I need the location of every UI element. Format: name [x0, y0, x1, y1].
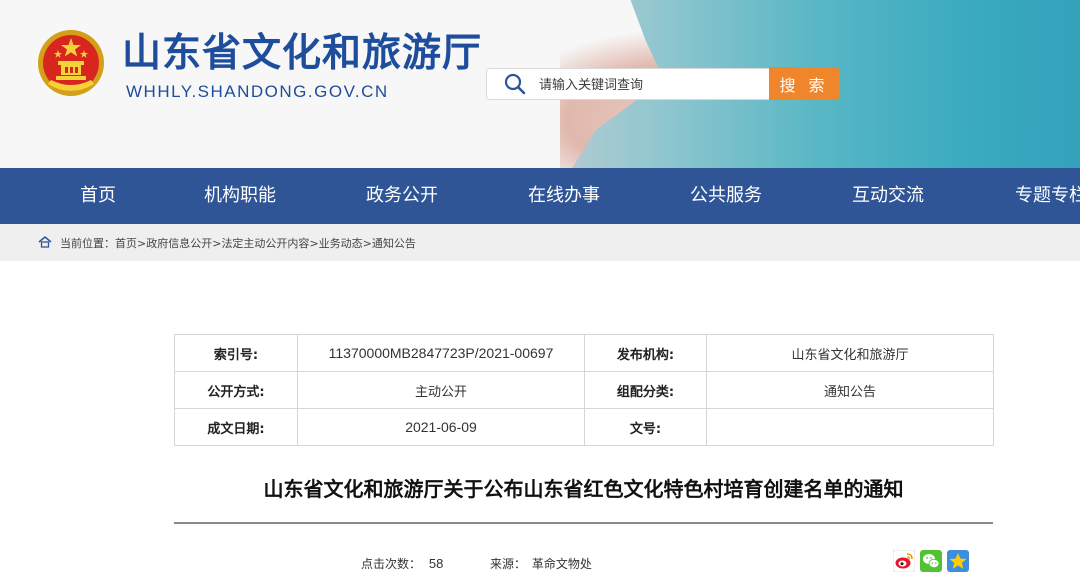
view-count-value: 58 [428, 556, 444, 571]
page-title: 山东省文化和旅游厅关于公布山东省红色文化特色村培育创建名单的通知 [263, 477, 904, 501]
nav-item-home[interactable]: 首页 [80, 168, 116, 224]
index-number-label: 索引号: [174, 334, 298, 372]
disclosure-method-value: 主动公开 [297, 371, 585, 409]
wechat-icon[interactable] [920, 550, 942, 572]
breadcrumb: 当前位置：首页>政府信息公开>法定主动公开内容>业务动态>通知公告 [0, 224, 1080, 261]
nav-item-special-topics[interactable]: 专题专栏 [1015, 168, 1080, 224]
table-row: 索引号: 11370000MB2847723P/2021-00697 发布机构:… [174, 334, 994, 372]
document-number-value [706, 408, 994, 446]
document-number-label: 文号: [584, 408, 707, 446]
weibo-icon[interactable] [893, 550, 915, 572]
main-nav: 首页 机构职能 政务公开 在线办事 公共服务 互动交流 专题专栏 [0, 168, 1080, 224]
qzone-icon[interactable] [947, 550, 969, 572]
search-box [486, 68, 772, 100]
category-value: 通知公告 [706, 371, 994, 409]
source: 来源： 革命文物处 [490, 555, 592, 572]
table-row: 公开方式: 主动公开 组配分类: 通知公告 [174, 371, 994, 409]
breadcrumb-separator: > [309, 237, 319, 250]
view-count-label: 点击次数： [361, 557, 422, 571]
category-label: 组配分类: [584, 371, 707, 409]
nav-item-functions[interactable]: 机构职能 [204, 168, 276, 224]
breadcrumb-separator: > [137, 237, 147, 250]
breadcrumb-link-gov-info[interactable]: 政府信息公开 [146, 237, 212, 250]
breadcrumb-trail: 当前位置：首页>政府信息公开>法定主动公开内容>业务动态>通知公告 [60, 235, 416, 251]
document-info-table: 索引号: 11370000MB2847723P/2021-00697 发布机构:… [174, 334, 994, 446]
nav-item-online-services[interactable]: 在线办事 [528, 168, 600, 224]
breadcrumb-link-notices[interactable]: 通知公告 [372, 237, 416, 250]
nav-item-public-services[interactable]: 公共服务 [690, 168, 762, 224]
home-icon [38, 236, 52, 248]
site-domain: WHHLY.SHANDONG.GOV.CN [126, 82, 389, 101]
table-row: 成文日期: 2021-06-09 文号: [174, 408, 994, 446]
breadcrumb-link-statutory[interactable]: 法定主动公开内容 [221, 237, 309, 250]
site-title: 山东省文化和旅游厅 [122, 31, 483, 76]
national-emblem-icon [38, 30, 104, 96]
search-icon [504, 73, 526, 95]
breadcrumb-separator: > [362, 237, 372, 250]
nav-item-interaction[interactable]: 互动交流 [852, 168, 924, 224]
search-button[interactable]: 搜 索 [769, 67, 839, 100]
view-count: 点击次数： 58 [361, 555, 443, 572]
date-value: 2021-06-09 [297, 408, 585, 446]
source-label: 来源： [490, 557, 527, 571]
site-header: 山东省文化和旅游厅 WHHLY.SHANDONG.GOV.CN 搜 索 [0, 0, 1080, 168]
breadcrumb-link-business-news[interactable]: 业务动态 [319, 237, 363, 250]
breadcrumb-prefix: 当前位置： [60, 237, 115, 250]
title-divider [174, 522, 993, 524]
publisher-label: 发布机构: [584, 334, 707, 372]
search-input[interactable] [537, 73, 761, 97]
date-label: 成文日期: [174, 408, 298, 446]
breadcrumb-link-home[interactable]: 首页 [115, 237, 137, 250]
index-number-value: 11370000MB2847723P/2021-00697 [297, 334, 585, 372]
publisher-value: 山东省文化和旅游厅 [706, 334, 994, 372]
disclosure-method-label: 公开方式: [174, 371, 298, 409]
source-value: 革命文物处 [531, 557, 592, 571]
nav-item-gov-affairs[interactable]: 政务公开 [366, 168, 438, 224]
